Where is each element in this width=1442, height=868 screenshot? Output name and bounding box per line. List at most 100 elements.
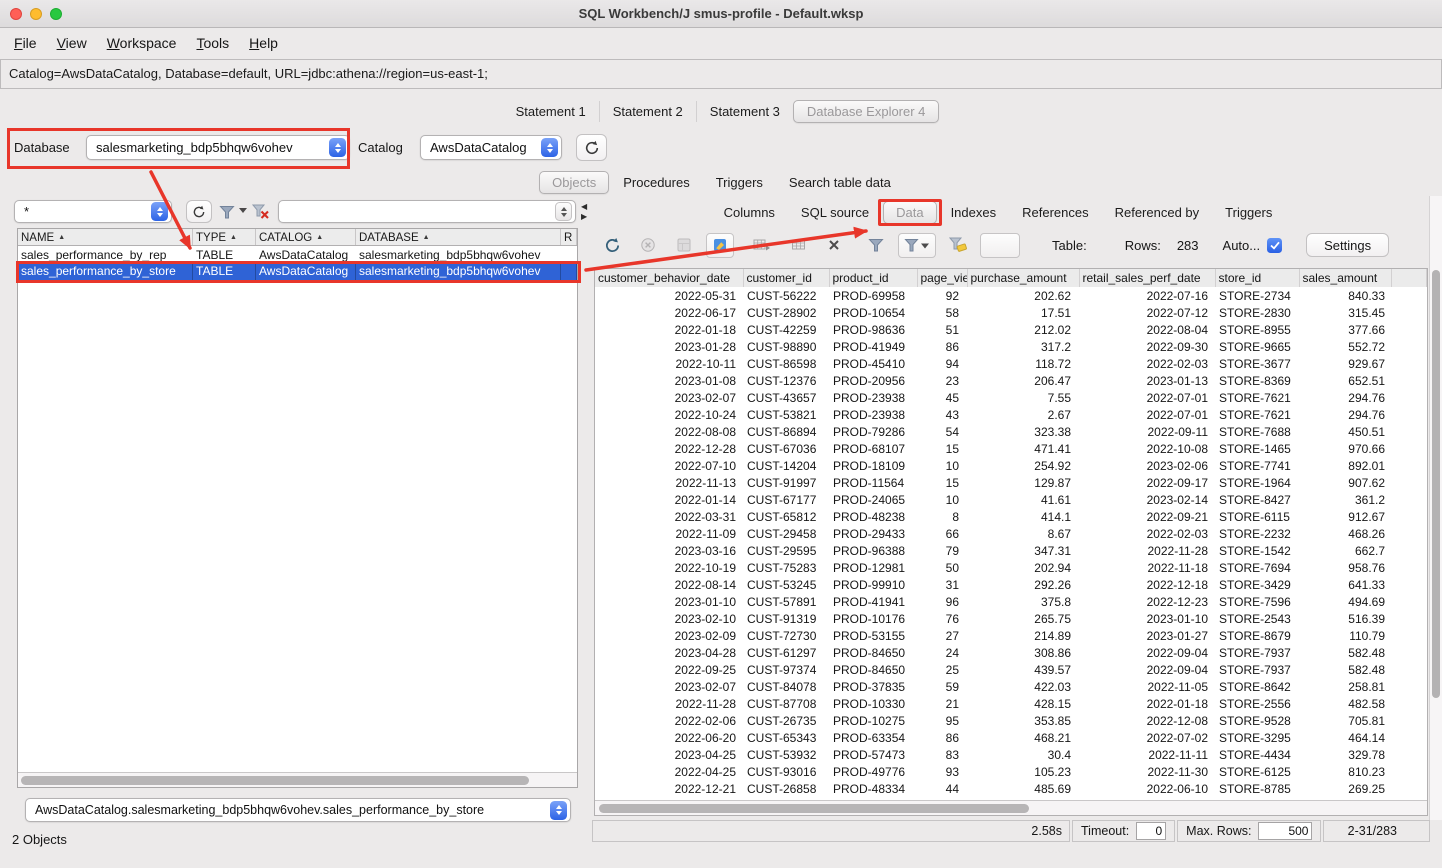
grid-header-retail-sales-perf-date[interactable]: retail_sales_perf_date (1079, 269, 1215, 287)
panel-splitter[interactable]: ◀ ▶ (580, 198, 592, 826)
object-row[interactable]: sales_performance_by_store TABLE AwsData… (18, 263, 577, 280)
grid-header-customer-behavior-date[interactable]: customer_behavior_date (595, 269, 743, 287)
tab-referenced-by[interactable]: Referenced by (1103, 202, 1212, 223)
data-grid-vertical-scrollbar[interactable] (1429, 196, 1442, 820)
data-row[interactable]: 2022-06-17 CUST-28902 PROD-10654 58 17.5… (595, 304, 1427, 321)
grid-header-purchase-amount[interactable]: purchase_amount (967, 269, 1079, 287)
grid-header-store-id[interactable]: store_id (1215, 269, 1299, 287)
menu-help[interactable]: Help (239, 32, 288, 54)
tab-statement-2[interactable]: Statement 2 (599, 101, 696, 122)
tab-statement-3[interactable]: Statement 3 (696, 101, 793, 122)
data-row[interactable]: 2022-11-09 CUST-29458 PROD-29433 66 8.67… (595, 525, 1427, 542)
catalog-select[interactable]: AwsDataCatalog (420, 135, 562, 160)
data-row[interactable]: 2022-08-08 CUST-86894 PROD-79286 54 323.… (595, 423, 1427, 440)
tab-sql-source[interactable]: SQL source (789, 202, 881, 223)
autoload-checkbox[interactable] (1267, 238, 1282, 253)
save-changes-button[interactable] (670, 233, 698, 258)
tab-search-table-data[interactable]: Search table data (777, 172, 903, 193)
data-row[interactable]: 2023-03-16 CUST-29595 PROD-96388 79 347.… (595, 542, 1427, 559)
data-row[interactable]: 2022-11-28 CUST-87708 PROD-10330 21 428.… (595, 695, 1427, 712)
scrollbar-thumb[interactable] (1432, 270, 1440, 698)
secondary-filter-select[interactable] (278, 200, 576, 223)
filter-data-button[interactable] (862, 233, 890, 258)
column-header-remarks[interactable]: R (561, 229, 577, 245)
grid-header-product-id[interactable]: product_id (829, 269, 917, 287)
data-row[interactable]: 2022-05-31 CUST-56222 PROD-69958 92 202.… (595, 287, 1427, 304)
data-row[interactable]: 2022-10-24 CUST-53821 PROD-23938 43 2.67… (595, 406, 1427, 423)
data-row[interactable]: 2022-10-19 CUST-75283 PROD-12981 50 202.… (595, 559, 1427, 576)
data-row[interactable]: 2022-12-21 CUST-26858 PROD-48334 44 485.… (595, 780, 1427, 797)
tab-triggers-detail[interactable]: Triggers (1213, 202, 1284, 223)
insert-row-button[interactable] (748, 233, 776, 258)
reset-filter-button[interactable] (944, 233, 972, 258)
data-row[interactable]: 2023-04-28 CUST-61297 PROD-84650 24 308.… (595, 644, 1427, 661)
object-list-horizontal-scrollbar[interactable] (18, 772, 577, 787)
filter-dropdown-icon[interactable] (239, 208, 247, 213)
tab-triggers[interactable]: Triggers (704, 172, 775, 193)
reload-list-button[interactable] (186, 200, 212, 223)
data-row[interactable]: 2023-01-10 CUST-57891 PROD-41941 96 375.… (595, 593, 1427, 610)
grid-header-page-views[interactable]: page_views (917, 269, 967, 287)
object-row[interactable]: sales_performance_by_rep TABLE AwsDataCa… (18, 246, 577, 263)
data-row[interactable]: 2022-12-28 CUST-67036 PROD-68107 15 471.… (595, 440, 1427, 457)
cell-product-id: PROD-48238 (829, 508, 917, 525)
grid-header-customer-id[interactable]: customer_id (743, 269, 829, 287)
menu-workspace[interactable]: Workspace (97, 32, 187, 54)
reload-data-button[interactable] (598, 233, 626, 258)
tab-indexes[interactable]: Indexes (939, 202, 1009, 223)
column-header-database[interactable]: DATABASE ▲ (356, 229, 561, 245)
format-data-button[interactable] (706, 233, 734, 258)
max-rows-input[interactable] (1258, 822, 1312, 840)
object-path-select[interactable]: AwsDataCatalog.salesmarketing_bdp5bhqw6v… (25, 798, 571, 822)
data-row[interactable]: 2023-02-07 CUST-43657 PROD-23938 45 7.55… (595, 389, 1427, 406)
data-row[interactable]: 2023-04-25 CUST-53932 PROD-57473 83 30.4… (595, 746, 1427, 763)
tab-data[interactable]: Data (883, 201, 936, 224)
database-select[interactable]: salesmarketing_bdp5bhqw6vohev (86, 135, 350, 160)
menu-tools[interactable]: Tools (186, 32, 239, 54)
column-header-catalog[interactable]: CATALOG ▲ (256, 229, 356, 245)
reload-objects-button[interactable] (576, 134, 607, 161)
extra-tools-button[interactable] (980, 233, 1020, 258)
tab-objects[interactable]: Objects (539, 171, 609, 194)
column-header-name[interactable]: NAME ▲ (18, 229, 193, 245)
data-row[interactable]: 2022-02-06 CUST-26735 PROD-10275 95 353.… (595, 712, 1427, 729)
filter-dropdown-button[interactable] (898, 233, 936, 258)
menu-file[interactable]: File (4, 32, 47, 54)
column-header-type[interactable]: TYPE ▲ (193, 229, 256, 245)
tab-database-explorer[interactable]: Database Explorer 4 (793, 100, 940, 123)
data-grid-horizontal-scrollbar[interactable] (595, 800, 1427, 815)
menu-view[interactable]: View (47, 32, 97, 54)
data-row[interactable]: 2022-11-13 CUST-91997 PROD-11564 15 129.… (595, 474, 1427, 491)
tab-statement-1[interactable]: Statement 1 (503, 101, 599, 122)
data-row[interactable]: 2023-01-08 CUST-12376 PROD-20956 23 206.… (595, 372, 1427, 389)
cell-sales-amount: 464.14 (1299, 729, 1391, 746)
data-row[interactable]: 2022-04-25 CUST-93016 PROD-49776 93 105.… (595, 763, 1427, 780)
data-row[interactable]: 2022-06-20 CUST-65343 PROD-63354 86 468.… (595, 729, 1427, 746)
data-row[interactable]: 2022-10-11 CUST-86598 PROD-45410 94 118.… (595, 355, 1427, 372)
name-filter-select[interactable]: * (14, 200, 172, 223)
delete-row-button[interactable] (820, 233, 848, 258)
tab-references[interactable]: References (1010, 202, 1100, 223)
data-row[interactable]: 2023-02-07 CUST-84078 PROD-37835 59 422.… (595, 678, 1427, 695)
scrollbar-thumb[interactable] (599, 804, 1029, 813)
tab-procedures[interactable]: Procedures (611, 172, 701, 193)
data-row[interactable]: 2023-02-10 CUST-91319 PROD-10176 76 265.… (595, 610, 1427, 627)
data-row[interactable]: 2022-01-18 CUST-42259 PROD-98636 51 212.… (595, 321, 1427, 338)
data-row[interactable]: 2023-01-28 CUST-98890 PROD-41949 86 317.… (595, 338, 1427, 355)
timeout-input[interactable] (1136, 822, 1166, 840)
scrollbar-thumb[interactable] (21, 776, 529, 785)
data-row[interactable]: 2022-08-14 CUST-53245 PROD-99910 31 292.… (595, 576, 1427, 593)
data-row[interactable]: 2022-07-10 CUST-14204 PROD-18109 10 254.… (595, 457, 1427, 474)
settings-button[interactable]: Settings (1306, 233, 1389, 257)
clear-filter-button[interactable] (250, 201, 272, 223)
timeout-label: Timeout: (1081, 824, 1129, 838)
data-row[interactable]: 2022-03-31 CUST-65812 PROD-48238 8 414.1… (595, 508, 1427, 525)
data-row[interactable]: 2022-09-25 CUST-97374 PROD-84650 25 439.… (595, 661, 1427, 678)
apply-filter-button[interactable] (216, 201, 238, 223)
grid-header-sales-amount[interactable]: sales_amount (1299, 269, 1391, 287)
copy-row-button[interactable] (784, 233, 812, 258)
tab-columns[interactable]: Columns (712, 202, 787, 223)
data-row[interactable]: 2022-01-14 CUST-67177 PROD-24065 10 41.6… (595, 491, 1427, 508)
cancel-retrieve-button[interactable] (634, 233, 662, 258)
data-row[interactable]: 2023-02-09 CUST-72730 PROD-53155 27 214.… (595, 627, 1427, 644)
